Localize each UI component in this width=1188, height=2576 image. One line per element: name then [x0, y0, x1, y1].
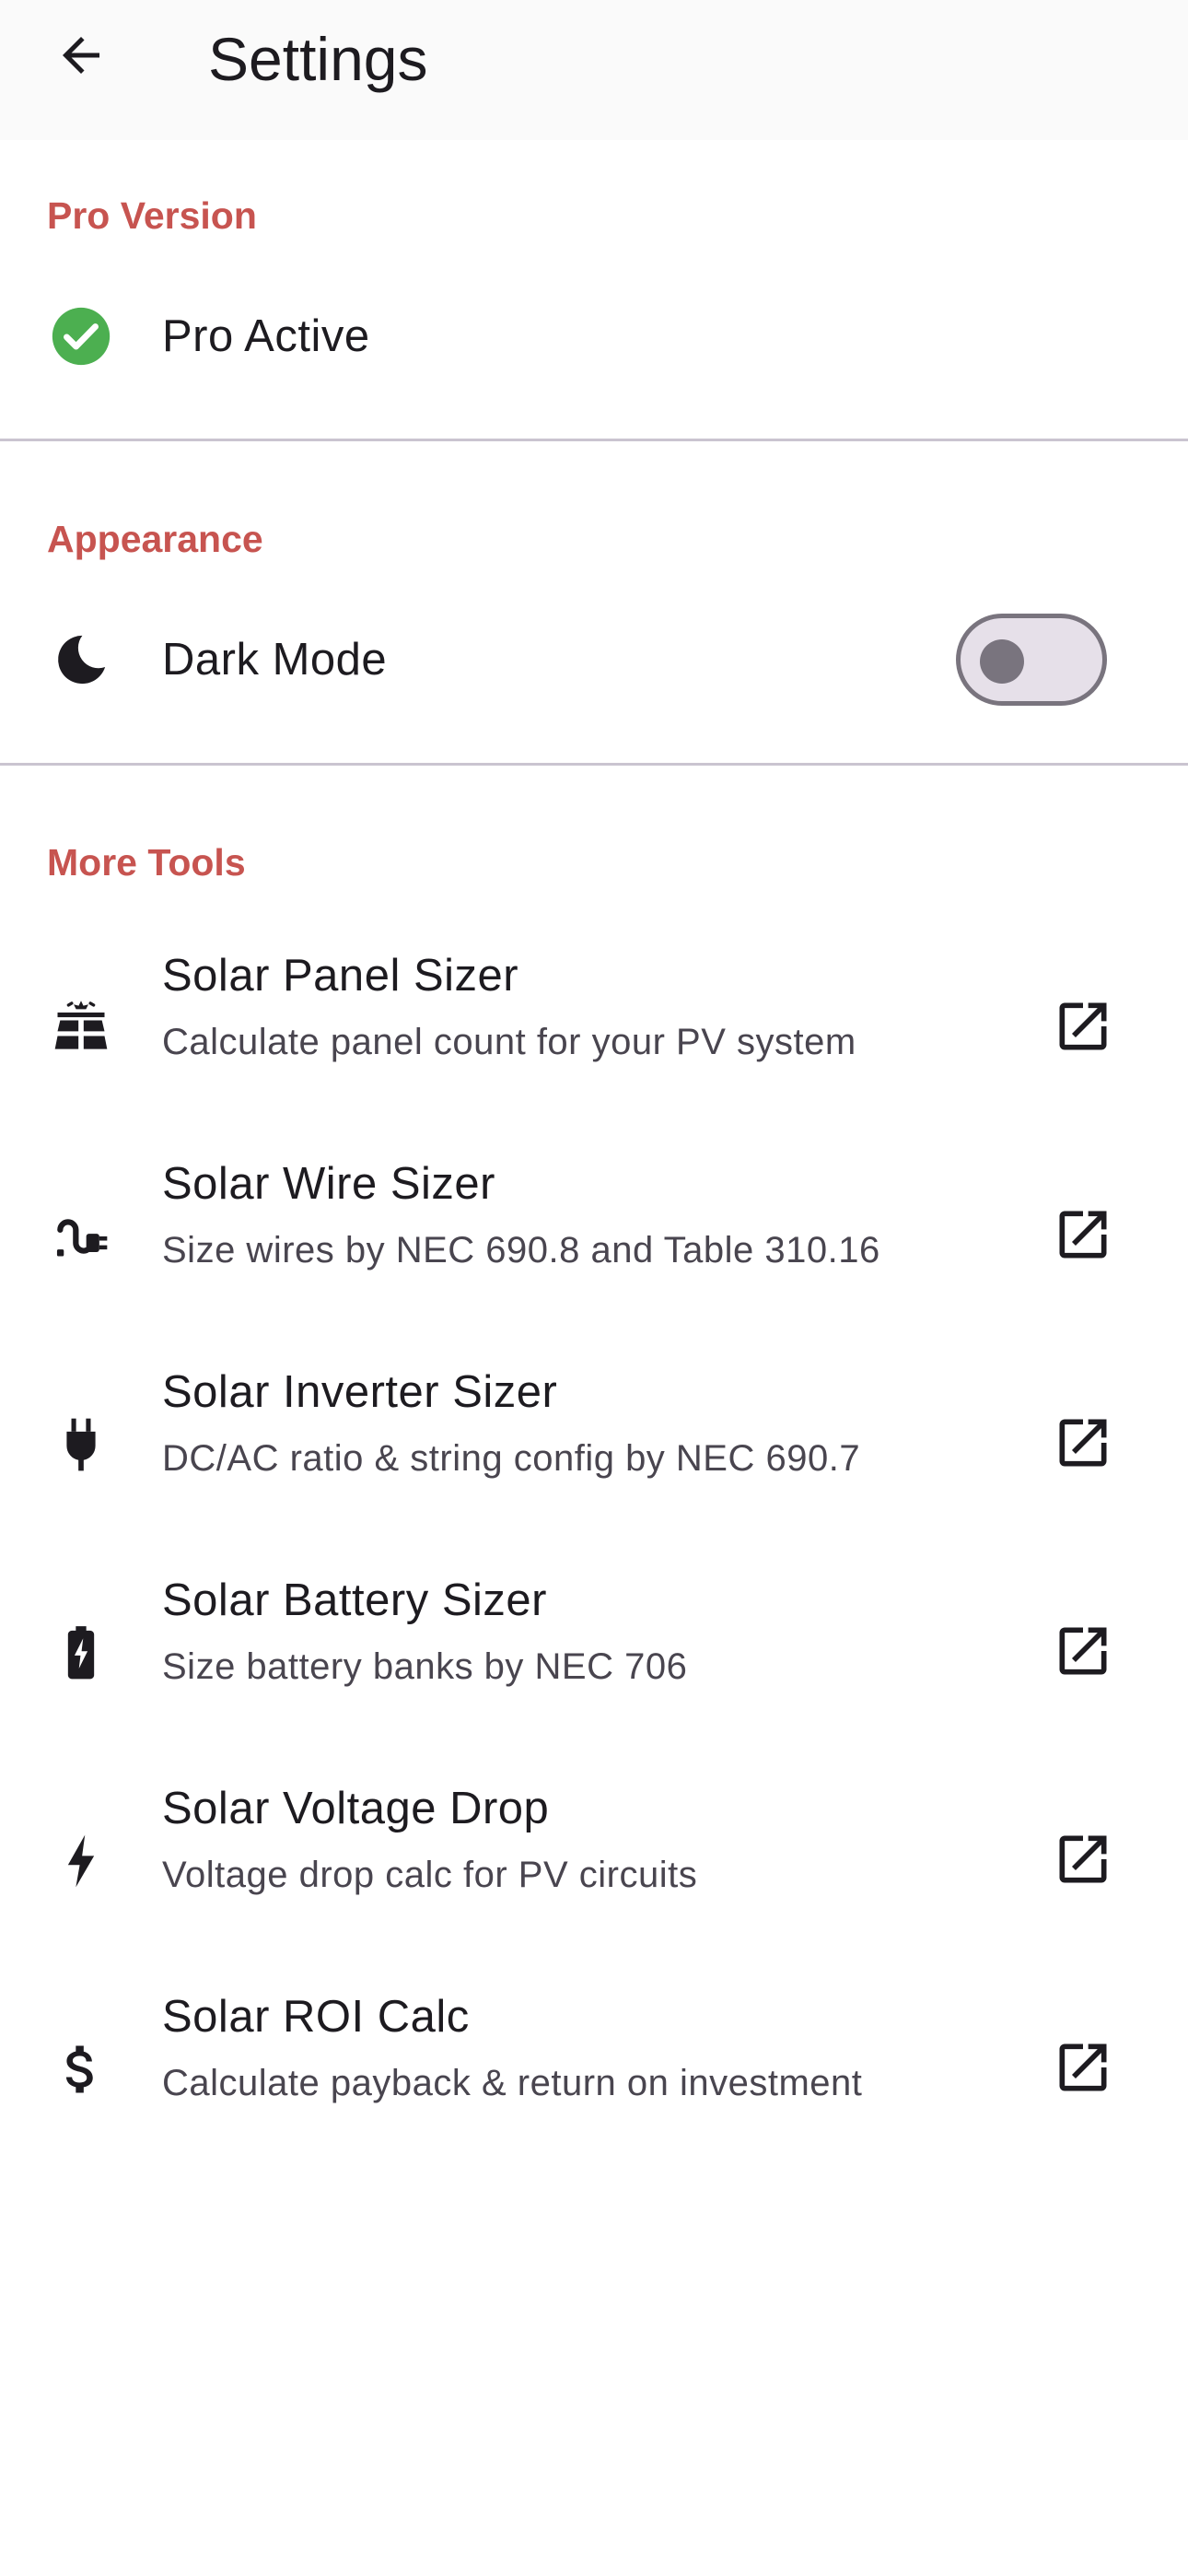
dark-mode-toggle[interactable] [956, 614, 1107, 706]
arrow-back-icon [63, 37, 99, 74]
tool-item-solar-roi-calc[interactable]: Solar ROI Calc Calculate payback & retur… [0, 1981, 1188, 2165]
tool-item-solar-voltage-drop[interactable]: Solar Voltage Drop Voltage drop calc for… [0, 1773, 1188, 1957]
toggle-thumb [980, 639, 1024, 684]
dollar-icon [41, 2029, 122, 2110]
open-in-new-icon[interactable] [1042, 1819, 1124, 1900]
tool-title: Solar Battery Sizer [162, 1575, 547, 1625]
tool-title: Solar ROI Calc [162, 1992, 470, 2042]
open-in-new-icon[interactable] [1042, 1194, 1124, 1275]
open-in-new-icon[interactable] [1042, 1610, 1124, 1692]
tool-title: Solar Voltage Drop [162, 1784, 550, 1833]
tool-title: Solar Wire Sizer [162, 1159, 495, 1209]
section-header-pro: Pro Version [47, 194, 257, 237]
tool-subtitle: Voltage drop calc for PV circuits [162, 1855, 698, 1895]
divider [0, 763, 1188, 766]
power-plug-icon [41, 1404, 122, 1485]
tool-subtitle: DC/AC ratio & string config by NEC 690.7 [162, 1438, 861, 1479]
solar-panel-icon [41, 988, 122, 1069]
bolt-icon [41, 1821, 122, 1902]
open-in-new-icon[interactable] [1042, 2027, 1124, 2108]
tool-subtitle: Size wires by NEC 690.8 and Table 310.16 [162, 1230, 880, 1270]
moon-icon [41, 619, 122, 700]
back-button[interactable] [41, 15, 122, 96]
open-in-new-icon[interactable] [1042, 986, 1124, 1067]
tool-item-solar-inverter-sizer[interactable]: Solar Inverter Sizer DC/AC ratio & strin… [0, 1356, 1188, 1540]
page-title: Settings [208, 25, 428, 93]
tool-subtitle: Calculate panel count for your PV system [162, 1022, 856, 1062]
divider [0, 439, 1188, 441]
tool-subtitle: Calculate payback & return on investment [162, 2063, 863, 2103]
pro-status-label: Pro Active [162, 311, 370, 361]
open-in-new-icon[interactable] [1042, 1402, 1124, 1483]
section-header-more-tools: More Tools [47, 841, 246, 884]
dark-mode-label: Dark Mode [162, 635, 388, 685]
tool-title: Solar Panel Sizer [162, 951, 519, 1001]
pro-status-row: Pro Active [0, 276, 1188, 396]
cable-plug-icon [41, 1196, 122, 1277]
tool-item-solar-battery-sizer[interactable]: Solar Battery Sizer Size battery banks b… [0, 1564, 1188, 1749]
battery-charging-icon [41, 1612, 122, 1693]
tool-item-solar-wire-sizer[interactable]: Solar Wire Sizer Size wires by NEC 690.8… [0, 1148, 1188, 1332]
tool-subtitle: Size battery banks by NEC 706 [162, 1646, 688, 1687]
section-header-appearance: Appearance [47, 518, 263, 560]
app-bar: Settings [0, 0, 1188, 140]
check-circle-icon [41, 296, 122, 377]
tool-title: Solar Inverter Sizer [162, 1367, 558, 1417]
tool-item-solar-panel-sizer[interactable]: Solar Panel Sizer Calculate panel count … [0, 940, 1188, 1124]
